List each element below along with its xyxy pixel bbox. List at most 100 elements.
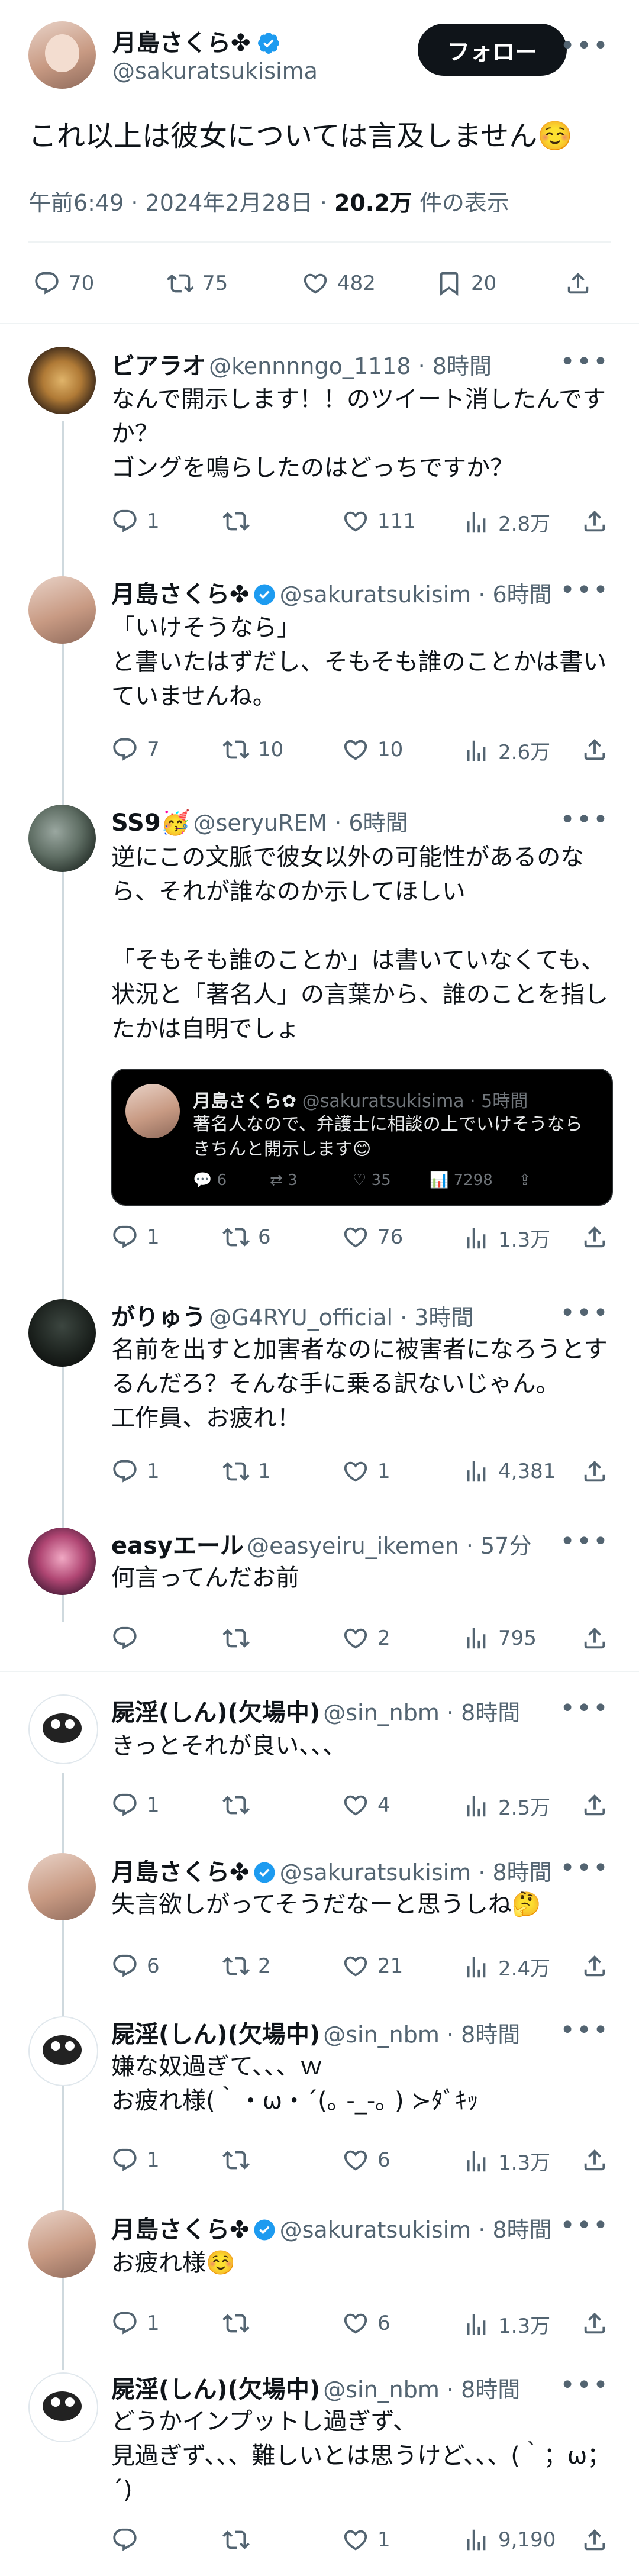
avatar[interactable]	[28, 805, 96, 872]
like-button[interactable]: 1	[342, 2526, 390, 2554]
reply-author-name: 屍淫(しん)(欠場中)	[111, 2376, 321, 2403]
views-button[interactable]: 2.8万	[463, 508, 550, 537]
reply-button[interactable]: 1	[111, 2310, 160, 2337]
more-options-icon[interactable]: •••	[560, 805, 609, 835]
repost-button[interactable]: 6	[222, 1224, 271, 1251]
repost-button[interactable]: 75	[167, 270, 228, 297]
reply-header[interactable]: 屍淫(しん)(欠場中) @sin_nbm · 8時間	[111, 2015, 520, 2049]
author-handle[interactable]: @sakuratsukisima	[112, 58, 318, 84]
like-button[interactable]: 1	[342, 1458, 390, 1485]
tweet-timestamp[interactable]: 午前6:49 · 2024年2月28日 ·	[28, 190, 334, 216]
more-options-icon[interactable]: •••	[560, 31, 609, 61]
reply-header[interactable]: 屍淫(しん)(欠場中) @sin_nbm · 8時間	[111, 2370, 520, 2404]
views-button[interactable]: 1.3万	[463, 2146, 550, 2175]
views-button[interactable]: 795	[463, 1625, 537, 1652]
bookmark-button[interactable]: 20	[435, 270, 496, 297]
share-button[interactable]	[581, 508, 617, 535]
like-button[interactable]: 76	[342, 1224, 403, 1251]
reply-button[interactable]: 7	[111, 736, 160, 763]
reply-header[interactable]: 屍淫(しん)(欠場中) @sin_nbm · 8時間	[111, 1693, 520, 1728]
views-button[interactable]: 4,381	[463, 1458, 556, 1485]
avatar[interactable]	[28, 576, 96, 644]
share-button[interactable]	[581, 1625, 617, 1652]
repost-button[interactable]	[222, 508, 258, 535]
like-button[interactable]: 4	[342, 1791, 390, 1819]
views-button[interactable]: 1.3万	[463, 1224, 550, 1253]
reply-button[interactable]	[111, 2526, 147, 2554]
like-button[interactable]: 6	[342, 2310, 390, 2337]
like-button[interactable]: 2	[342, 1625, 390, 1652]
reply-header[interactable]: SS9🥳 @seryuREM · 6時間	[111, 805, 408, 837]
avatar[interactable]	[28, 2210, 96, 2278]
avatar[interactable]	[28, 1528, 96, 1595]
reply-header[interactable]: easyエール @easyeiru_ikemen · 57分	[111, 1526, 531, 1561]
repost-button[interactable]	[222, 1625, 258, 1652]
reply-button[interactable]: 1	[111, 1458, 160, 1485]
reply-button[interactable]: 6	[111, 1952, 160, 1980]
repost-button[interactable]	[222, 2526, 258, 2554]
reply-button[interactable]: 1	[111, 508, 160, 535]
share-button[interactable]	[581, 1458, 617, 1485]
more-options-icon[interactable]: •••	[560, 1693, 609, 1723]
more-options-icon[interactable]: •••	[560, 2015, 609, 2045]
share-button[interactable]	[581, 1952, 617, 1980]
follow-button[interactable]: フォロー	[418, 24, 567, 76]
avatar[interactable]	[28, 2016, 98, 2086]
reply-button[interactable]: 70	[33, 270, 94, 297]
views-button[interactable]: 1.3万	[463, 2310, 550, 2339]
repost-button[interactable]: 2	[222, 1952, 271, 1980]
like-button[interactable]: 21	[342, 1952, 403, 1980]
analytics-icon	[467, 2314, 486, 2335]
repost-button[interactable]: 10	[222, 736, 283, 763]
views-button[interactable]: 2.5万	[463, 1791, 550, 1820]
share-button[interactable]	[581, 1224, 617, 1251]
reply-header[interactable]: ビアラオ @kennnngo_1118 · 8時間	[111, 347, 492, 381]
share-icon	[584, 1226, 605, 1248]
author-name-row[interactable]: 月島さくら✤	[112, 24, 281, 58]
views-button[interactable]: 2.6万	[463, 736, 550, 765]
more-options-icon[interactable]: •••	[560, 2370, 609, 2400]
reply-header[interactable]: 月島さくら✤ @sakuratsukisim · 8時間	[111, 1853, 552, 1887]
share-button[interactable]	[581, 2146, 617, 2174]
reply-header[interactable]: がりゅう @G4RYU_official · 3時間	[111, 1298, 473, 1332]
repost-button[interactable]	[222, 2146, 258, 2174]
repost-icon	[222, 2530, 250, 2549]
share-button[interactable]	[581, 1791, 617, 1819]
like-button[interactable]: 10	[342, 736, 403, 763]
share-button[interactable]	[581, 2526, 617, 2554]
more-options-icon[interactable]: •••	[560, 2210, 609, 2241]
reply-button[interactable]: 1	[111, 1224, 160, 1251]
repost-button[interactable]	[222, 2310, 258, 2337]
repost-icon	[222, 1462, 250, 1481]
more-options-icon[interactable]: •••	[560, 1298, 609, 1328]
reply-button[interactable]: 1	[111, 1791, 160, 1819]
views-button[interactable]: 2.4万	[463, 1952, 550, 1981]
avatar[interactable]	[28, 347, 96, 414]
repost-button[interactable]: 1	[222, 1458, 271, 1485]
like-button[interactable]: 6	[342, 2146, 390, 2174]
share-button[interactable]	[581, 2310, 617, 2337]
more-options-icon[interactable]: •••	[560, 1526, 609, 1557]
like-button[interactable]: 482	[302, 270, 376, 297]
more-options-icon[interactable]: •••	[560, 1853, 609, 1883]
reply-header[interactable]: 月島さくら✤ @sakuratsukisim · 8時間	[111, 2210, 552, 2245]
reply-author-handle: @sakuratsukisim · 8時間	[279, 1860, 552, 1886]
views-button[interactable]: 9,190	[463, 2526, 556, 2554]
reply-author-name: 月島さくら✤	[111, 1859, 250, 1886]
more-options-icon[interactable]: •••	[560, 347, 609, 377]
share-button[interactable]	[564, 270, 600, 297]
repost-button[interactable]	[222, 1791, 258, 1819]
avatar[interactable]	[28, 1694, 98, 1764]
avatar[interactable]	[28, 1853, 96, 1920]
share-button[interactable]	[581, 736, 617, 763]
avatar[interactable]	[28, 21, 96, 89]
reply-button[interactable]	[111, 1625, 147, 1652]
avatar[interactable]	[28, 2372, 98, 2442]
avatar[interactable]	[28, 1299, 96, 1367]
reply-button[interactable]: 1	[111, 2146, 160, 2174]
more-options-icon[interactable]: •••	[560, 575, 609, 605]
like-button[interactable]: 111	[342, 508, 416, 535]
quoted-tweet[interactable]: 月島さくら✿ @sakuratsukisima · 5時間 著名人なので、弁護士…	[111, 1069, 613, 1206]
reply-header[interactable]: 月島さくら✤ @sakuratsukisim · 6時間	[111, 575, 552, 609]
like-count: 6	[377, 2148, 390, 2172]
